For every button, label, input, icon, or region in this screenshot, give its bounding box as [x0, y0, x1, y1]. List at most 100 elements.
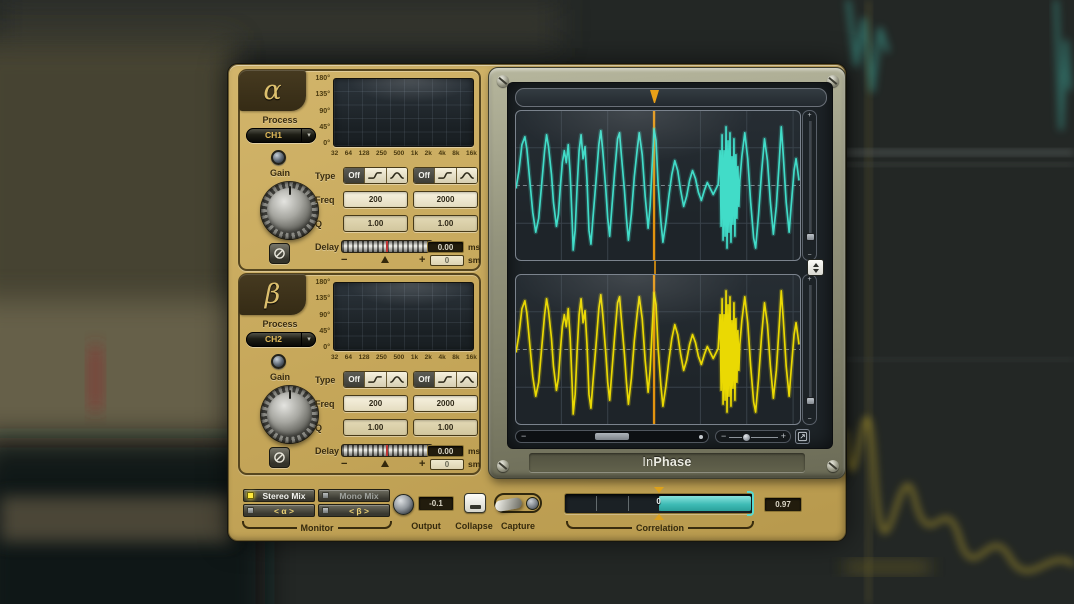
alpha-gain-led-button[interactable] [271, 150, 286, 165]
shelf-filter-icon [368, 375, 382, 384]
beta-filter2-freq-field[interactable]: 2000 [413, 395, 478, 412]
plus-icon[interactable]: + [803, 112, 816, 119]
beta-delay-samples-value[interactable]: 0 [430, 459, 464, 470]
knob-pointer [289, 186, 291, 195]
beta-filter2-shelf-button[interactable] [435, 372, 456, 387]
alpha-filter1-q-field[interactable]: 1.00 [343, 215, 408, 232]
beta-phase-invert-button[interactable] [269, 447, 290, 468]
slider-thumb[interactable] [742, 433, 751, 442]
alpha-filter1-bell-button[interactable] [387, 168, 407, 183]
axis-tick-label: 0° [300, 344, 330, 351]
beta-gain-knob[interactable] [261, 386, 318, 443]
slider-thumb[interactable] [806, 233, 815, 241]
alpha-waveform-trace [516, 127, 799, 250]
alpha-delay-increment[interactable]: + [419, 254, 425, 266]
title-in: In [642, 455, 653, 469]
alpha-filter1-off-button[interactable]: Off [344, 168, 365, 183]
alpha-filter2-bell-button[interactable] [457, 168, 477, 183]
alpha-delay-decrement[interactable]: − [341, 254, 347, 266]
beta-filter1-bell-button[interactable] [387, 372, 407, 387]
beta-delay-decrement[interactable]: − [341, 458, 347, 470]
horizontal-scrollbar[interactable]: − [515, 430, 709, 443]
scrollbar-thumb[interactable] [595, 433, 629, 440]
alpha-phase-invert-button[interactable] [269, 243, 290, 264]
slider-track [729, 437, 778, 438]
monitor-stereo-mix-button[interactable]: Stereo Mix [243, 489, 315, 502]
delay-center-marker [381, 460, 389, 467]
alpha-filter2-shelf-button[interactable] [435, 168, 456, 183]
output-gain-knob[interactable] [393, 494, 414, 515]
correlation-group-bracket: Correlation [566, 520, 754, 529]
ms-unit-label: ms [468, 446, 480, 456]
beta-waveform-plot [516, 275, 800, 424]
beta-filter2-q-field[interactable]: 1.00 [413, 419, 478, 436]
alpha-delay-thumbwheel[interactable] [341, 240, 433, 253]
beta-delay-thumbwheel[interactable] [341, 444, 433, 457]
alpha-filter1-type-group: Off [343, 167, 408, 184]
slider-track[interactable] [809, 285, 811, 402]
axis-tick-label: 128 [359, 354, 370, 361]
alpha-gain-knob[interactable] [261, 182, 318, 239]
alpha-delay-ms-value[interactable]: 0.00 [427, 241, 464, 253]
inphase-plugin-window: α Process CH1 ▾ Gain 180°135°90°45°0° 32… [228, 64, 846, 541]
alpha-filter2-off-button[interactable]: Off [414, 168, 435, 183]
beta-pane-zoom-slider[interactable]: + − [802, 274, 817, 425]
screw-icon [827, 460, 839, 472]
capture-knob[interactable] [526, 497, 539, 510]
bell-filter-icon [390, 375, 404, 384]
alpha-pane-zoom-slider[interactable]: + − [802, 110, 817, 261]
slider-track[interactable] [809, 121, 811, 238]
output-gain-value[interactable]: -0.1 [418, 496, 454, 511]
monitor-mono-mix-button[interactable]: Mono Mix [318, 489, 390, 502]
collapse-button[interactable] [464, 493, 486, 513]
beta-waveform-trace [516, 291, 799, 414]
beta-filter1-off-button[interactable]: Off [344, 372, 365, 387]
alpha-filter1-shelf-button[interactable] [365, 168, 386, 183]
axis-tick-label: 1k [411, 150, 418, 157]
capture-toggle[interactable] [494, 493, 542, 513]
minus-icon[interactable]: − [803, 252, 816, 259]
minus-icon[interactable]: − [803, 416, 816, 423]
beta-delay-increment[interactable]: + [419, 458, 425, 470]
beta-filter1-shelf-button[interactable] [365, 372, 386, 387]
beta-gain-led-button[interactable] [271, 354, 286, 369]
scrollbar-end-dot [699, 435, 703, 439]
axis-tick-label: 8k [452, 150, 459, 157]
plus-icon[interactable]: + [781, 431, 786, 442]
beta-filter1-q-field[interactable]: 1.00 [343, 419, 408, 436]
plus-icon[interactable]: + [803, 276, 816, 283]
correlation-center-marker[interactable] [654, 487, 664, 493]
alpha-filter1-freq-field[interactable]: 200 [343, 191, 408, 208]
beta-filter2-off-button[interactable]: Off [414, 372, 435, 387]
beta-filter2-bell-button[interactable] [457, 372, 477, 387]
alpha-frequency-axis-ticks: 32641282505001k2k4k8k16k [331, 150, 477, 157]
timeline-overview-bar[interactable] [515, 88, 827, 107]
alpha-freq-label: Freq [315, 195, 335, 205]
axis-tick-label: 1k [411, 354, 418, 361]
waveform-display: + − [507, 82, 833, 449]
correlation-meter: 0 [564, 493, 754, 514]
axis-tick-label: 128 [359, 150, 370, 157]
bell-filter-icon [460, 375, 474, 384]
alpha-filter2-q-field[interactable]: 1.00 [413, 215, 478, 232]
shelf-filter-icon [438, 171, 452, 180]
beta-channel-tab: β [239, 274, 306, 315]
monitor-beta-button[interactable]: < β > [318, 504, 390, 517]
desktop-background: α Process CH1 ▾ Gain 180°135°90°45°0° 32… [0, 0, 1074, 604]
monitor-alpha-button[interactable]: < α > [243, 504, 315, 517]
fit-view-button[interactable] [795, 429, 810, 444]
alpha-delay-samples-value[interactable]: 0 [430, 255, 464, 266]
minus-icon[interactable]: − [721, 431, 726, 442]
alpha-waveform-plot [516, 111, 800, 260]
alpha-gain-label: Gain [244, 168, 316, 178]
minus-icon[interactable]: − [521, 431, 526, 442]
axis-tick-label: 64 [345, 150, 352, 157]
toggle-lever[interactable] [494, 497, 522, 513]
beta-filter2-type-group: Off [413, 371, 478, 388]
alpha-filter2-freq-field[interactable]: 2000 [413, 191, 478, 208]
beta-delay-ms-value[interactable]: 0.00 [427, 445, 464, 457]
horizontal-zoom-slider[interactable]: − + [715, 430, 791, 443]
beta-filter1-freq-field[interactable]: 200 [343, 395, 408, 412]
pane-select-stepper-button[interactable] [807, 259, 824, 276]
slider-thumb[interactable] [806, 397, 815, 405]
